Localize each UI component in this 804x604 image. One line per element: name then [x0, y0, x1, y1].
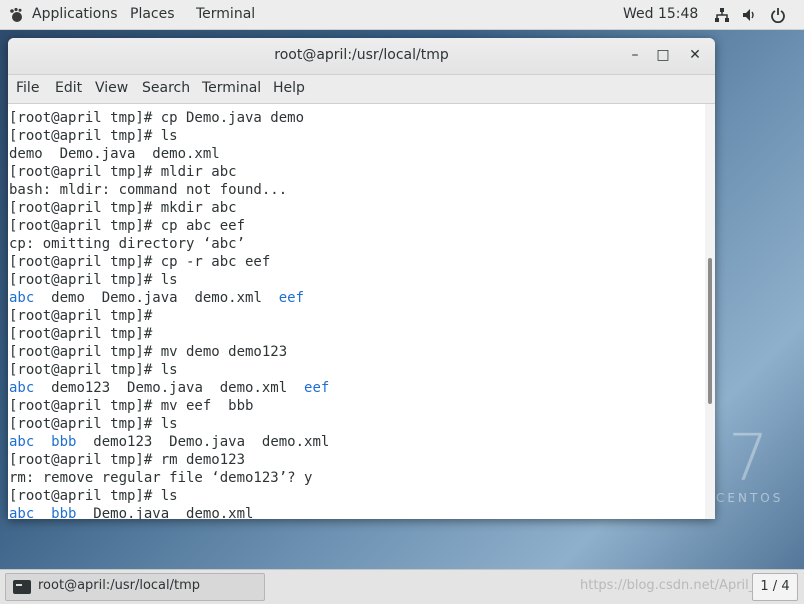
clock[interactable]: Wed 15:48 [623, 6, 698, 22]
terminal-text: [root@april tmp]# mldir abc [9, 164, 237, 180]
window-title: root@april:/usr/local/tmp [274, 47, 449, 63]
terminal-line: [root@april tmp]# ls [9, 361, 178, 379]
menu-view[interactable]: View [95, 80, 128, 96]
directory-name: abc [9, 434, 35, 450]
terminal-text: [root@april tmp]# ls [9, 362, 178, 378]
gnome-foot-icon [10, 7, 22, 22]
power-icon[interactable] [770, 7, 786, 23]
directory-name: abc [9, 506, 35, 519]
window-titlebar[interactable]: root@april:/usr/local/tmp – □ ✕ [8, 38, 715, 75]
menu-terminal[interactable]: Terminal [202, 80, 261, 96]
terminal-text: bash: mldir: command not found... [9, 182, 288, 198]
terminal-text: [root@april tmp]# mv demo demo123 [9, 344, 288, 360]
directory-name: bbb [51, 434, 77, 450]
terminal-text: [root@april tmp]# [9, 308, 153, 324]
terminal-line: [root@april tmp]# mldir abc [9, 163, 237, 181]
close-button[interactable]: ✕ [686, 46, 704, 64]
menu-search[interactable]: Search [142, 80, 190, 96]
menu-file[interactable]: File [16, 80, 39, 96]
terminal-line: [root@april tmp]# mkdir abc [9, 199, 237, 217]
directory-name: bbb [51, 506, 77, 519]
directory-name: abc [9, 290, 35, 306]
terminal-line: abc bbb demo123 Demo.java demo.xml [9, 433, 329, 451]
centos-logo-text: CENTOS [716, 491, 784, 505]
terminal-line: [root@april tmp]# mv eef bbb [9, 397, 253, 415]
terminal-text: [root@april tmp]# cp abc eef [9, 218, 246, 234]
terminal-line: [root@april tmp]# [9, 325, 152, 343]
terminal-text: demo Demo.java demo.xml [34, 290, 279, 306]
terminal-text: [root@april tmp]# mv eef bbb [9, 398, 254, 414]
centos-logo-number: 7 [728, 422, 769, 496]
watermark-text: https://blog.csdn.net/April_??? [580, 578, 776, 593]
terminal-text: [root@april tmp]# ls [9, 128, 178, 144]
menu-bar: File Edit View Search Terminal Help [8, 75, 715, 104]
terminal-line: abc demo Demo.java demo.xml eef [9, 289, 304, 307]
terminal-line: demo Demo.java demo.xml [9, 145, 220, 163]
applications-menu[interactable]: Applications [32, 6, 118, 22]
terminal-line: [root@april tmp]# rm demo123 [9, 451, 245, 469]
menu-help[interactable]: Help [273, 80, 305, 96]
terminal-text: demo123 Demo.java demo.xml [76, 434, 330, 450]
terminal-icon [13, 580, 31, 594]
directory-name: eef [304, 380, 330, 396]
terminal-text: [root@april tmp]# mkdir abc [9, 200, 237, 216]
terminal-output[interactable]: [root@april tmp]# cp Demo.java demo [root… [8, 104, 705, 519]
terminal-text: [root@april tmp]# [9, 326, 153, 342]
terminal-line: cp: omitting directory ‘abc’ [9, 235, 245, 253]
taskbar-window-label: root@april:/usr/local/tmp [38, 578, 201, 593]
terminal-line: [root@april tmp]# mv demo demo123 [9, 343, 287, 361]
top-panel: Applications Places Terminal Wed 15:48 [0, 0, 804, 30]
terminal-text: Demo.java demo.xml [76, 506, 254, 519]
terminal-line: rm: remove regular file ‘demo123’? y [9, 469, 312, 487]
terminal-line: [root@april tmp]# ls [9, 487, 178, 505]
terminal-text: [root@april tmp]# ls [9, 416, 178, 432]
terminal-text: demo123 Demo.java demo.xml [34, 380, 305, 396]
scrollbar-thumb[interactable] [708, 258, 712, 404]
terminal-line: abc demo123 Demo.java demo.xml eef [9, 379, 329, 397]
terminal-line: [root@april tmp]# cp Demo.java demo [9, 109, 304, 127]
terminal-text: [root@april tmp]# cp Demo.java demo [9, 110, 305, 126]
menu-edit[interactable]: Edit [55, 80, 82, 96]
network-icon[interactable] [714, 7, 730, 23]
bottom-panel: root@april:/usr/local/tmp https://blog.c… [0, 569, 804, 604]
terminal-line: [root@april tmp]# cp abc eef [9, 217, 245, 235]
directory-name: abc [9, 380, 35, 396]
workspace-switcher[interactable]: 1 / 4 [752, 573, 798, 601]
terminal-line: abc bbb Demo.java demo.xml [9, 505, 253, 519]
terminal-line: [root@april tmp]# ls [9, 127, 178, 145]
terminal-window[interactable]: root@april:/usr/local/tmp – □ ✕ File Edi… [8, 38, 715, 519]
terminal-line: [root@april tmp]# ls [9, 271, 178, 289]
taskbar-window-button[interactable]: root@april:/usr/local/tmp [5, 573, 265, 601]
terminal-app-menu[interactable]: Terminal [196, 6, 255, 22]
terminal-line: [root@april tmp]# cp -r abc eef [9, 253, 270, 271]
minimize-button[interactable]: – [626, 46, 644, 64]
terminal-text: [root@april tmp]# cp -r abc eef [9, 254, 271, 270]
maximize-button[interactable]: □ [654, 46, 672, 64]
volume-icon[interactable] [741, 7, 757, 23]
terminal-text: demo Demo.java demo.xml [9, 146, 220, 162]
terminal-line: bash: mldir: command not found... [9, 181, 287, 199]
terminal-line: [root@april tmp]# ls [9, 415, 178, 433]
directory-name: eef [278, 290, 305, 306]
terminal-text: [root@april tmp]# rm demo123 [9, 452, 246, 468]
terminal-line: [root@april tmp]# [9, 307, 152, 325]
places-menu[interactable]: Places [130, 6, 175, 22]
terminal-text: rm: remove regular file ‘demo123’? y [9, 470, 313, 486]
terminal-text: cp: omitting directory ‘abc’ [9, 236, 246, 252]
terminal-text: [root@april tmp]# ls [9, 488, 178, 504]
terminal-text: [root@april tmp]# ls [9, 272, 178, 288]
